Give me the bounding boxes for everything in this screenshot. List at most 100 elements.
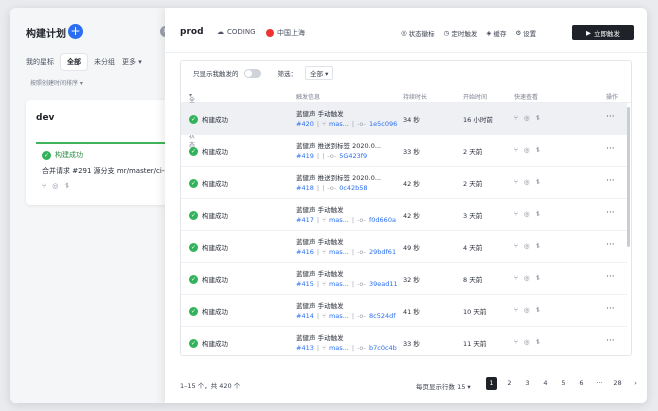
commit-icon: -o- [357,120,366,128]
commit-link[interactable]: 29bdf61 [369,248,396,256]
start-time: 8 天前 [463,276,483,284]
branch-icon: ⑂ [322,312,326,320]
pipeline-icon[interactable]: ⑂ [514,146,518,155]
more-icon[interactable]: ··· [606,112,615,122]
pipeline-icon[interactable]: ⑂ [514,210,518,219]
page-button[interactable]: 4 [540,377,551,390]
build-number-link[interactable]: #414 [296,312,314,320]
branch-icon[interactable]: ⥮ [536,306,541,315]
settings-button[interactable]: ⚙ 设置 [515,28,536,38]
more-icon[interactable]: ··· [606,176,615,186]
table-row[interactable]: ✓ 构建成功 蓝健声 手动触发 #413 | ⑂ mas... | -o-b7c0c4b 3… [181,327,627,355]
build-number-link[interactable]: #420 [296,120,314,128]
branch-icon[interactable]: ⥮ [536,114,541,123]
trigger-info: 蓝健声 推送到标签 2020.0... [296,142,382,150]
more-icon[interactable]: ··· [606,144,615,154]
table-row[interactable]: ✓ 构建成功 蓝健声 推送到标签 2020.0... #418 | | -o- 0c42b… [181,167,627,199]
artifact-icon[interactable]: ◎ [524,274,530,283]
pipeline-icon[interactable]: ⑂ [514,338,518,347]
filter-bar: 只显示我触发的 筛选： 全部 ▾ [181,61,631,85]
page-button[interactable]: 1 [486,377,497,390]
scrollbar[interactable] [627,107,630,247]
table-row[interactable]: ✓ 构建成功 蓝健声 手动触发 #417 | ⑂ mas... | -o-f0d660a 4… [181,199,627,231]
more-icon[interactable]: ··· [606,208,615,218]
branch-icon[interactable]: ⥮ [536,338,541,347]
more-icon[interactable]: ··· [606,336,615,346]
table-row[interactable]: ✓ 构建成功 蓝健声 推送到标签 2020.0... #419 | | -o- 5G423… [181,135,627,167]
pipeline-icon[interactable]: ⑂ [514,178,518,187]
page-button[interactable]: 2 [504,377,515,390]
col-status[interactable]: 全部构建状态 ▾ [189,92,195,149]
branch-icon: ⑂ [322,248,326,256]
table-row[interactable]: ✓ 构建成功 蓝健声 手动触发 #420 | ⑂ mas... | -o- 1e5c096 3… [181,103,627,135]
more-icon[interactable]: ··· [606,240,615,250]
page-button[interactable]: ··· [594,377,605,390]
pipeline-icon[interactable]: ⑂ [514,274,518,283]
commit-link[interactable]: b7c0c4b [369,344,397,352]
only-mine-toggle[interactable] [243,68,261,78]
table-row[interactable]: ✓ 构建成功 蓝健声 手动触发 #414 | ⑂ mas... | -o- 8c524df 4… [181,295,627,327]
artifact-icon[interactable]: ◎ [524,146,530,155]
build-status: ✓ 构建成功 [189,178,228,188]
page-button[interactable]: 6 [576,377,587,390]
branch-icon[interactable]: ⥮ [536,242,541,251]
pipeline-icon[interactable]: ⑂ [42,182,46,191]
more-icon[interactable]: ··· [606,304,615,314]
add-plan-button[interactable]: + [68,24,83,39]
tab-all[interactable]: 全部 [61,54,87,70]
artifact-icon[interactable]: ◎ [524,242,530,251]
page-button[interactable]: 28 [612,377,623,390]
layers-icon: ◈ [486,29,492,37]
table-row[interactable]: ✓ 构建成功 蓝健声 手动触发 #416 | ⑂ mas... | -o- 29bdf61 4… [181,231,627,263]
build-number-link[interactable]: #417 [296,216,314,224]
more-icon[interactable]: ··· [606,272,615,282]
branch-icon[interactable]: ⥮ [536,274,541,283]
quick-view: ⑂ ◎ ⥮ [514,178,540,187]
build-number-link[interactable]: #413 [296,344,314,352]
branch-icon[interactable]: ⥮ [64,182,69,191]
commit-link[interactable]: 8c524df [369,312,396,320]
pipeline-icon[interactable]: ⑂ [514,114,518,123]
trigger-now-button[interactable]: ▶ 立即触发 [572,25,634,40]
artifact-icon[interactable]: ◎ [524,210,530,219]
next-page-icon[interactable]: › [630,377,641,390]
sort-dropdown[interactable]: 按照创建时间排序 ▾ [30,78,83,87]
commit-link[interactable]: 5G423f9 [339,152,367,160]
plan-card-build[interactable]: ✓ 构建成功 合并请求 #291 源分支 mr/master/ci-cd ⑂ ◎… [36,142,186,202]
artifact-icon[interactable]: ◎ [524,114,530,123]
build-number-link[interactable]: #418 [296,184,314,192]
success-icon: ✓ [189,210,198,220]
table-row[interactable]: ✓ 构建成功 蓝健声 手动触发 #415 | ⑂ mas... | -o- 39ead11 3… [181,263,627,295]
page-button[interactable]: 3 [522,377,533,390]
pipeline-icon[interactable]: ⑂ [514,306,518,315]
commit-link[interactable]: 1e5c096 [369,120,397,128]
build-number-link[interactable]: #419 [296,152,314,160]
commit-icon: -o- [357,312,366,320]
cache-button[interactable]: ◈ 缓存 [486,28,506,38]
branch-icon[interactable]: ⥮ [536,210,541,219]
build-number-link[interactable]: #415 [296,280,314,288]
tab-ungrouped[interactable]: 未分组 [94,57,115,67]
schedule-button[interactable]: ◷ 定时触发 [444,28,478,38]
artifact-icon[interactable]: ◎ [524,338,530,347]
branch-icon[interactable]: ⥮ [536,178,541,187]
success-icon: ✓ [189,306,198,316]
filter-select[interactable]: 全部 ▾ [305,66,334,80]
commit-link[interactable]: f0d660a [369,216,396,224]
tab-more[interactable]: 更多 ▾ [122,57,142,67]
page-size-select[interactable]: 每页显示行数 15 ▾ [416,381,471,391]
artifact-icon[interactable]: ◎ [524,178,530,187]
page-button[interactable]: 5 [558,377,569,390]
build-status: ✓ 构建成功 [42,150,83,160]
artifact-icon[interactable]: ◎ [52,182,58,191]
tab-starred[interactable]: 我的星标 [26,57,54,67]
artifact-icon[interactable]: ◎ [524,306,530,315]
build-number-link[interactable]: #416 [296,248,314,256]
branch-icon[interactable]: ⥮ [536,146,541,155]
commit-link[interactable]: 0c42b58 [339,184,367,192]
pipeline-icon[interactable]: ⑂ [514,242,518,251]
commit-link[interactable]: 39ead11 [369,280,398,288]
filter-label: 筛选： [277,70,298,78]
status-badge-button[interactable]: ◎ 状态徽标 [401,28,435,38]
plan-card-dev[interactable]: dev ✓ 构建成功 合并请求 #291 源分支 mr/master/ci-cd… [26,100,186,205]
